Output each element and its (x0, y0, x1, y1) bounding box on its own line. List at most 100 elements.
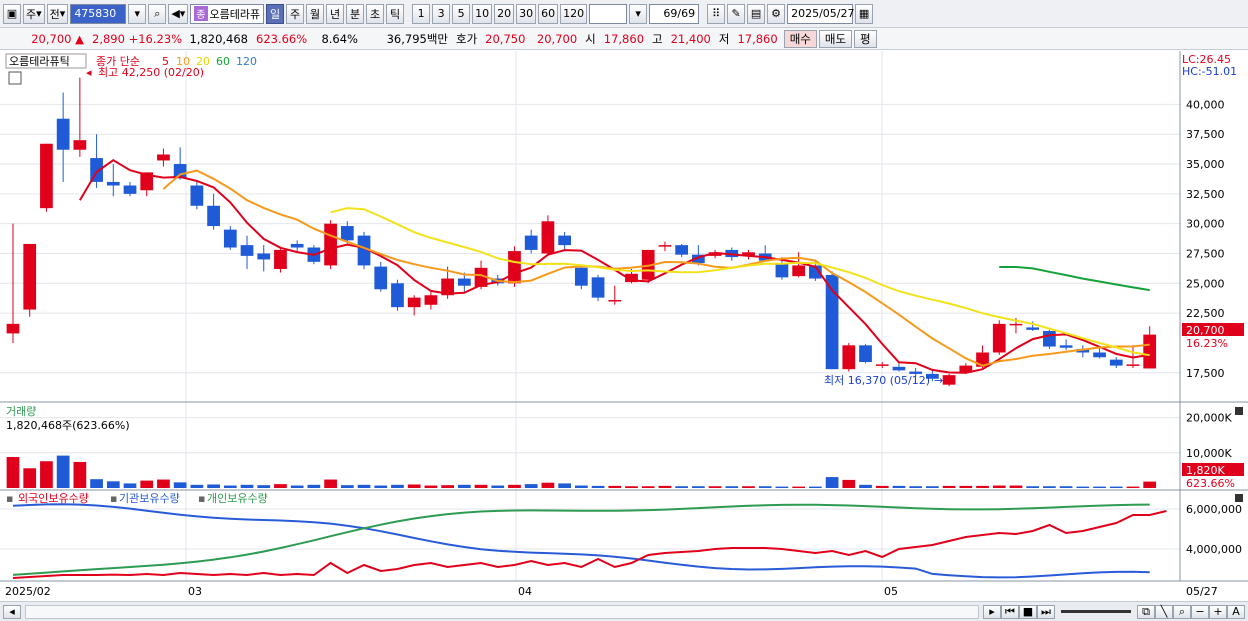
sound-icon[interactable]: ◀▾ (168, 3, 189, 24)
prev-button[interactable]: 전 ▾ (46, 3, 69, 24)
price-tick-label: 27,500 (1186, 247, 1225, 260)
last-icon[interactable]: ⏭ (1037, 604, 1055, 619)
interval-dropdown-icon[interactable]: ▾ (629, 3, 648, 24)
turnover-rate: 8.64% (321, 31, 358, 46)
table-icon[interactable] (8, 71, 22, 85)
volume-info: 1,820,468주(623.66%) (6, 419, 130, 432)
volume-bar (825, 477, 839, 488)
candle-body (1059, 345, 1073, 348)
stock-chart[interactable]: 40,000 37,500 35,000 32,500 30,000 27,500 25,0… (0, 51, 1248, 601)
volume-bar (976, 485, 989, 488)
calendar-icon[interactable]: ▦ (855, 3, 874, 24)
candle-body (1043, 331, 1056, 347)
candle-body (842, 345, 856, 370)
x-label-may: 05 (884, 585, 898, 598)
price-tick-label: 37,500 (1186, 128, 1225, 141)
volume-bar (257, 485, 271, 488)
period-select-label: 주 (26, 7, 37, 21)
close-holding-icon[interactable] (1235, 494, 1243, 502)
volume-bar (742, 486, 755, 488)
scroll-left-icon[interactable]: ◂ (3, 604, 21, 619)
volume-bar (691, 486, 705, 488)
volume-bar (875, 485, 889, 488)
ma-period-120: 120 (236, 55, 257, 68)
interval-button[interactable]: 120 (560, 3, 588, 24)
grid-icon[interactable]: ⠿ (707, 3, 726, 24)
interval-button[interactable]: 5 (452, 3, 471, 24)
period-button[interactable]: 주 (286, 3, 305, 24)
period-button[interactable]: 년 (326, 3, 345, 24)
holding-tick-label: 4,000,000 (1186, 543, 1242, 556)
trade-amount: 36,795백만 (386, 31, 448, 46)
interval-button[interactable]: 1 (412, 3, 431, 24)
stock-name-box[interactable]: 종 오름테라퓨 (190, 3, 265, 24)
bid-price: 20,700 (536, 31, 578, 46)
volume-bar (658, 485, 672, 488)
volume-bar (541, 482, 555, 488)
font-icon[interactable]: A (1227, 604, 1245, 619)
draw-icon[interactable]: ✎ (727, 3, 746, 24)
candle-body (56, 118, 70, 150)
candle-body (992, 323, 1006, 353)
zoom-slider[interactable] (1061, 610, 1131, 613)
interval-button[interactable]: 60 (538, 3, 559, 24)
period-button[interactable]: 분 (346, 3, 365, 24)
stock-type-badge: 종 (194, 6, 208, 21)
sell-button[interactable]: 매도 (818, 29, 853, 48)
first-icon[interactable]: ⏮ (1001, 604, 1019, 619)
open-label: 시 (585, 31, 596, 46)
scroll-right-icon[interactable]: ▸ (983, 604, 1001, 619)
legend-marker-icon: ▪ (198, 492, 205, 505)
volume-bar (173, 482, 187, 488)
candle-body (658, 245, 672, 247)
candle-body (240, 245, 254, 256)
ask-price: 20,750 (485, 31, 526, 46)
interval-button[interactable]: 20 (494, 3, 515, 24)
volume-bar (40, 461, 53, 488)
search-icon[interactable]: ⌕ (148, 3, 167, 24)
window-icon[interactable]: ▣ (3, 3, 21, 24)
ma-period-60: 60 (216, 55, 230, 68)
draw-tools-icon[interactable]: ⧉ (1137, 604, 1155, 619)
interval-button[interactable]: 30 (516, 3, 537, 24)
gear-icon[interactable]: ⚙ (767, 3, 786, 24)
interval-input[interactable] (589, 3, 628, 24)
interval-button[interactable]: 10 (472, 3, 493, 24)
period-button[interactable]: 틱 (386, 3, 405, 24)
candle-body (106, 181, 120, 186)
period-button[interactable]: 월 (306, 3, 325, 24)
candle-body (591, 277, 605, 298)
volume-title: 거래량 (6, 405, 36, 418)
volume-bar (842, 479, 856, 488)
candle-body (558, 235, 571, 246)
period-select[interactable]: 주 ▾ (23, 3, 45, 24)
date-input[interactable]: 2025/05/27 (787, 3, 855, 24)
volume-bar (1043, 486, 1056, 488)
volume-bar (324, 479, 337, 488)
interval-button[interactable]: 3 (432, 3, 451, 24)
stop-icon[interactable]: ■ (1019, 604, 1037, 619)
period-button[interactable]: 초 (366, 3, 385, 24)
volume-value: 1,820,468 (189, 31, 248, 46)
high-arrow-icon: ◂ (86, 66, 92, 79)
stock-code-input[interactable]: 475830 (70, 3, 127, 24)
eval-button[interactable]: 평 (854, 29, 877, 48)
volume-bar (23, 468, 37, 488)
legend-marker-icon: ▪ (110, 492, 117, 505)
line-tool-icon[interactable]: ╲ (1155, 604, 1173, 619)
count-input[interactable]: 69/69 (649, 3, 700, 24)
zoom-in-icon[interactable]: + (1209, 604, 1227, 619)
high-annotation: 최고 42,250 (02/20) (98, 66, 204, 79)
volume-bar (73, 461, 87, 488)
candle-body (608, 300, 622, 302)
horizontal-scrollbar[interactable] (25, 604, 979, 619)
zoom-icon[interactable]: ⌕ (1173, 604, 1191, 619)
volume-bar (1143, 481, 1157, 488)
zoom-out-icon[interactable]: − (1191, 604, 1209, 619)
candle-body (223, 229, 237, 248)
buy-button[interactable]: 매수 (783, 29, 817, 48)
close-volume-icon[interactable] (1235, 407, 1243, 415)
code-dropdown-icon[interactable]: ▾ (128, 3, 147, 24)
period-button[interactable]: 일 (266, 3, 285, 24)
save-icon[interactable]: ▤ (747, 3, 766, 24)
